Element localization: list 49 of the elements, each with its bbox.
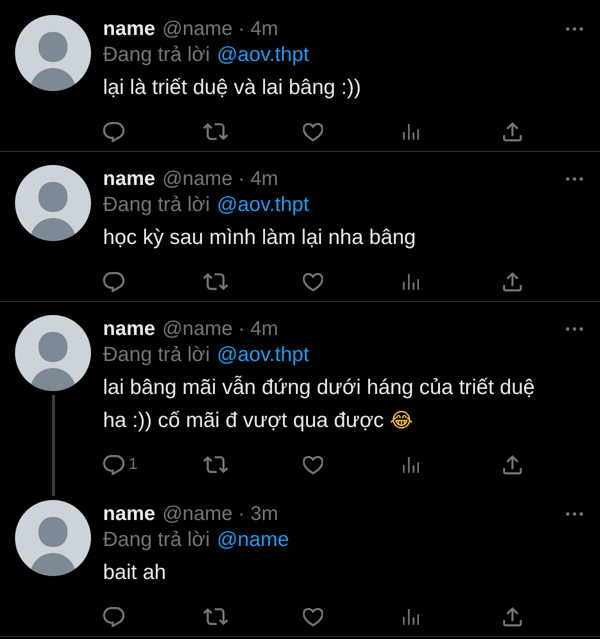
default-avatar[interactable] xyxy=(15,165,91,241)
share-icon[interactable] xyxy=(503,607,522,627)
more-icon[interactable] xyxy=(566,512,583,516)
mention-link[interactable]: @aov.thpt xyxy=(216,193,310,216)
display-name[interactable]: name xyxy=(103,16,156,42)
speech-bubble-icon[interactable] xyxy=(103,454,125,476)
speech-bubble-icon[interactable] xyxy=(103,606,125,628)
repost-arrows-icon[interactable] xyxy=(203,273,228,291)
handle-and-time: @name · 4m xyxy=(162,167,278,192)
handle-and-time: @name · 4m xyxy=(162,17,278,42)
repost-arrows-icon[interactable] xyxy=(203,608,228,626)
bar-chart-icon[interactable] xyxy=(403,124,420,140)
replying-to-label: Đang trả lời xyxy=(103,193,210,216)
repost-arrows-icon[interactable] xyxy=(203,456,228,474)
more-icon[interactable] xyxy=(566,327,583,331)
share-icon[interactable] xyxy=(503,122,522,142)
tweet-text: bait ah xyxy=(103,560,168,586)
repost-arrows-icon[interactable] xyxy=(203,123,228,141)
heart-icon[interactable] xyxy=(303,272,324,292)
mention-link[interactable]: @aov.thpt xyxy=(216,343,310,366)
mention-link[interactable]: @name xyxy=(216,528,289,551)
mention-link[interactable]: @aov.thpt xyxy=(216,43,310,66)
more-icon[interactable] xyxy=(566,27,583,31)
tweet-text: học kỳ sau mình làm lại nha bâng xyxy=(103,225,417,251)
replying-to-label: Đang trả lời xyxy=(103,528,210,551)
handle-and-time: @name · 3m xyxy=(162,502,278,527)
speech-bubble-icon[interactable] xyxy=(103,122,125,142)
share-icon[interactable] xyxy=(503,272,522,292)
display-name[interactable]: name xyxy=(103,166,156,192)
default-avatar[interactable] xyxy=(15,15,91,91)
tweet-text: lai bâng mãi vẫn đứng dưới háng của triết duệ ha :)) cố mãi đ vượt qua được 😂 xyxy=(103,374,536,434)
replying-to-label: Đang trả lời xyxy=(103,343,210,366)
display-name[interactable]: name xyxy=(103,501,156,527)
default-avatar[interactable] xyxy=(15,315,91,391)
heart-icon[interactable] xyxy=(303,607,324,627)
heart-icon[interactable] xyxy=(303,122,324,142)
bar-chart-icon[interactable] xyxy=(403,609,420,625)
bar-chart-icon[interactable] xyxy=(403,457,420,473)
more-icon[interactable] xyxy=(566,177,583,181)
share-icon[interactable] xyxy=(503,455,522,475)
tweet-text: lại là triết duệ và lai bâng :)) xyxy=(103,75,362,101)
handle-and-time: @name · 4m xyxy=(162,317,278,342)
default-avatar[interactable] xyxy=(15,500,91,576)
reply-count: 1 xyxy=(128,456,138,474)
bar-chart-icon[interactable] xyxy=(403,274,420,290)
display-name[interactable]: name xyxy=(103,316,156,342)
speech-bubble-icon[interactable] xyxy=(103,272,125,292)
replying-to-label: Đang trả lời xyxy=(103,43,210,66)
heart-icon[interactable] xyxy=(303,455,324,475)
